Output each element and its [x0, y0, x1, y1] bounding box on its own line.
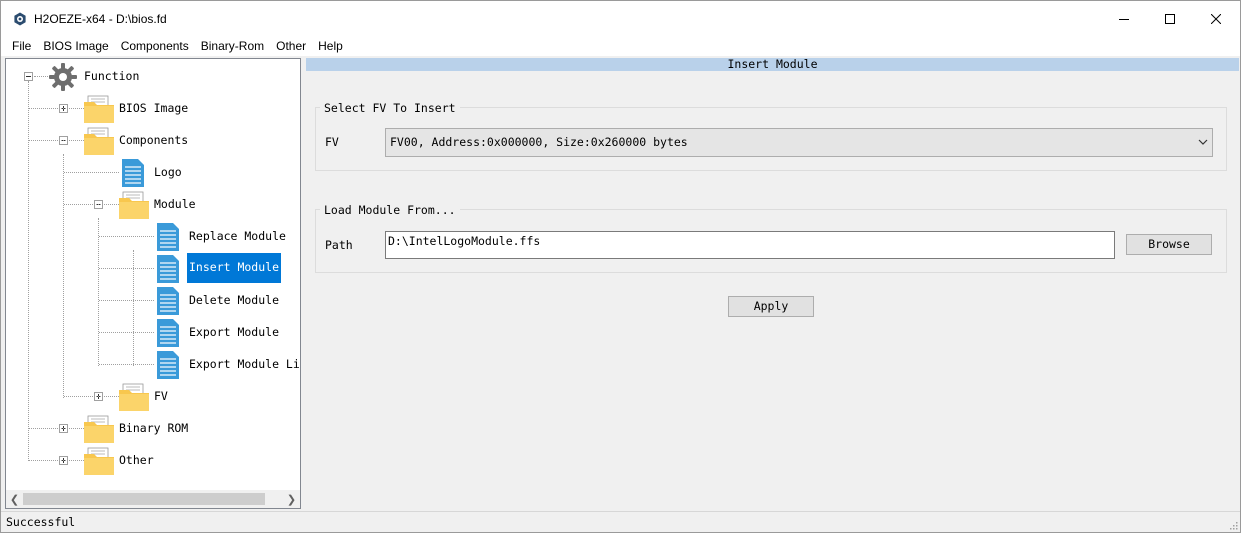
scroll-left-arrow-icon[interactable]: ❮ [6, 490, 23, 508]
close-icon [1211, 13, 1221, 24]
collapse-toggle[interactable] [24, 72, 33, 81]
folder-open-icon [119, 191, 149, 219]
tree-line [63, 154, 64, 398]
gear-icon [49, 63, 77, 91]
document-icon [122, 159, 144, 187]
document-icon [157, 351, 179, 379]
tree-line [98, 218, 99, 366]
maximize-button[interactable] [1147, 1, 1193, 36]
tree-line [29, 140, 84, 141]
tree-item-fv[interactable]: FV [152, 387, 170, 405]
tree-line [64, 396, 119, 397]
title-bar: H2OEZE-x64 - D:\bios.fd [1, 1, 1240, 36]
scroll-right-arrow-icon[interactable]: ❯ [283, 490, 300, 508]
status-text: Successful [6, 515, 76, 529]
tree-line [29, 428, 84, 429]
fv-select-value: FV00, Address:0x000000, Size:0x260000 by… [390, 135, 688, 149]
tree-line [28, 81, 29, 461]
tree-item-export-module-list[interactable]: Export Module List [187, 355, 300, 373]
folder-open-icon [84, 127, 114, 155]
folder-icon [119, 383, 149, 411]
document-icon [157, 223, 179, 251]
path-input[interactable]: D:\IntelLogoModule.ffs [385, 231, 1115, 259]
horizontal-scrollbar[interactable]: ❮ ❯ [6, 490, 300, 508]
tree-item-function[interactable]: Function [82, 67, 141, 85]
tree-item-bios-image[interactable]: BIOS Image [117, 99, 190, 117]
tree-line [34, 76, 48, 77]
menu-help[interactable]: Help [312, 36, 349, 56]
tree-line [99, 300, 154, 301]
maximize-icon [1165, 13, 1175, 24]
gear-app-icon [14, 12, 26, 26]
minimize-icon [1119, 18, 1129, 20]
browse-button[interactable]: Browse [1126, 234, 1212, 255]
panel-header: Insert Module [306, 58, 1239, 71]
tree-line [99, 236, 154, 237]
folder-icon [84, 415, 114, 443]
close-button[interactable] [1193, 1, 1239, 36]
tree-item-replace-module[interactable]: Replace Module [187, 227, 288, 245]
chevron-down-icon [1198, 139, 1208, 145]
tree-item-insert-module[interactable]: Insert Module [187, 253, 282, 283]
fv-label: FV [325, 135, 339, 149]
folder-icon [84, 95, 114, 123]
path-label: Path [325, 238, 353, 252]
resize-grip-icon[interactable] [1228, 520, 1238, 530]
tree-line [29, 108, 84, 109]
tree-item-other[interactable]: Other [117, 451, 156, 469]
tree-line [64, 172, 119, 173]
select-fv-legend: Select FV To Insert [320, 101, 460, 115]
status-bar: Successful [1, 511, 1240, 532]
fv-select[interactable]: FV00, Address:0x000000, Size:0x260000 by… [385, 128, 1213, 157]
tree-item-logo[interactable]: Logo [152, 163, 184, 181]
minimize-button[interactable] [1101, 1, 1147, 36]
document-icon [157, 319, 179, 347]
document-icon [157, 255, 179, 283]
menu-file[interactable]: File [6, 36, 37, 56]
menu-bar: File BIOS Image Components Binary-Rom Ot… [1, 36, 1240, 56]
folder-icon [84, 447, 114, 475]
tree-item-export-module[interactable]: Export Module [187, 323, 281, 341]
tree-line [29, 460, 84, 461]
document-icon [157, 287, 179, 315]
menu-other[interactable]: Other [270, 36, 312, 56]
load-module-legend: Load Module From... [320, 203, 460, 217]
app-window: H2OEZE-x64 - D:\bios.fd File BIOS Image … [0, 0, 1241, 533]
tree-item-delete-module[interactable]: Delete Module [187, 291, 281, 309]
tree-line [99, 332, 154, 333]
scrollbar-thumb[interactable] [23, 493, 265, 505]
apply-button[interactable]: Apply [728, 296, 814, 317]
tree-item-components[interactable]: Components [117, 131, 190, 149]
menu-bios-image[interactable]: BIOS Image [37, 36, 114, 56]
menu-binary-rom[interactable]: Binary-Rom [195, 36, 270, 56]
tree-line [99, 268, 154, 269]
tree-line [99, 364, 154, 365]
tree-item-module[interactable]: Module [152, 195, 198, 213]
window-title: H2OEZE-x64 - D:\bios.fd [34, 12, 167, 26]
function-tree[interactable]: Function BIOS Image Components Logo Modu… [5, 58, 301, 509]
tree-line [64, 204, 119, 205]
tree-item-binary-rom[interactable]: Binary ROM [117, 419, 190, 437]
menu-components[interactable]: Components [115, 36, 195, 56]
